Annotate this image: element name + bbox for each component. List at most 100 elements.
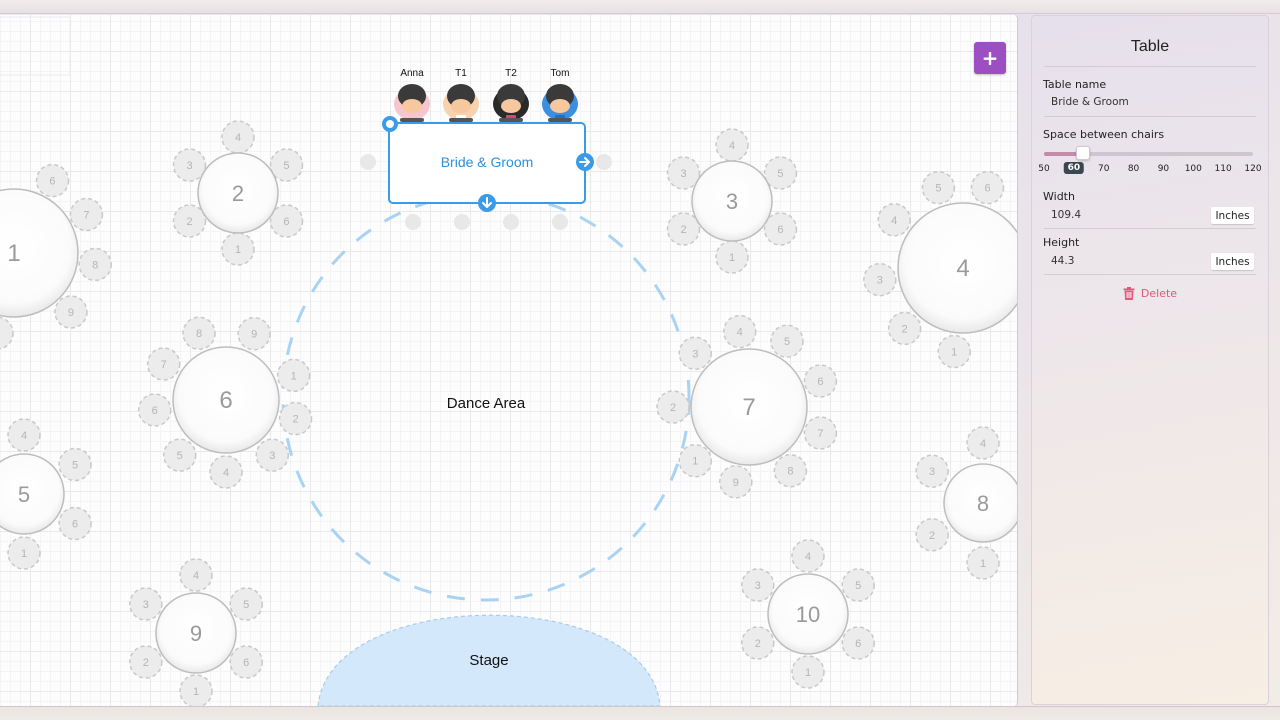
guest-t1[interactable]: T1 <box>443 68 479 122</box>
arrow-down-icon[interactable] <box>478 194 496 212</box>
head-table[interactable]: Bride & Groom Anna T1 T2 Tom <box>360 68 612 230</box>
chair[interactable]: 3 <box>863 262 897 297</box>
chair[interactable]: 1 <box>791 655 825 689</box>
chair[interactable]: 1 <box>7 536 41 570</box>
spacing-slider-thumb[interactable] <box>1075 146 1090 160</box>
chair[interactable]: 8 <box>182 316 216 350</box>
spacing-tick[interactable]: 50 <box>1038 164 1049 174</box>
chair[interactable]: 1 <box>937 334 971 369</box>
chair[interactable]: 6 <box>763 212 798 246</box>
chair[interactable]: 3 <box>255 438 290 472</box>
chair[interactable]: 3 <box>129 587 163 621</box>
empty-seat[interactable] <box>552 214 568 230</box>
chair[interactable]: 6 <box>35 163 70 198</box>
chair[interactable]: 6 <box>229 645 263 679</box>
chair[interactable]: 6 <box>803 364 838 398</box>
chair[interactable]: 1 <box>179 674 213 706</box>
guest-tom[interactable]: Tom <box>542 68 578 122</box>
table-top[interactable] <box>0 453 65 535</box>
spacing-tick[interactable]: 80 <box>1128 164 1139 174</box>
chair[interactable]: 4 <box>791 539 825 573</box>
chair[interactable]: 5 <box>269 148 304 182</box>
spacing-tick[interactable]: 110 <box>1215 164 1232 174</box>
chair[interactable]: 3 <box>915 454 949 488</box>
floor-plan-canvas[interactable]: Stage Dance Area 1 6 7 8 9 1 1 2 3 4 5 6 2 1 2 3 4 5 6 3 1 2 3 4 5… <box>0 15 1018 706</box>
table-9[interactable]: 1 2 3 4 5 6 9 <box>129 558 263 706</box>
chair[interactable]: 2 <box>278 401 313 436</box>
empty-seat[interactable] <box>405 214 421 230</box>
chair[interactable]: 2 <box>666 212 701 246</box>
chair[interactable]: 4 <box>209 455 243 489</box>
chair[interactable]: 6 <box>269 204 304 238</box>
chair[interactable]: 6 <box>970 170 1005 205</box>
height-input[interactable]: 44.3 <box>1051 255 1074 267</box>
chair[interactable]: 2 <box>172 204 207 238</box>
chair[interactable]: 1 <box>221 232 255 266</box>
spacing-tick[interactable]: 120 <box>1244 164 1261 174</box>
chair[interactable]: 1 <box>0 316 14 350</box>
add-button[interactable]: + <box>974 42 1006 74</box>
chair[interactable]: 4 <box>966 426 1000 460</box>
chair[interactable]: 4 <box>715 128 749 162</box>
chair[interactable]: 1 <box>715 240 749 274</box>
chair-seat[interactable] <box>0 316 14 350</box>
spacing-tick[interactable]: 60 <box>1063 162 1085 174</box>
chair[interactable]: 9 <box>237 316 271 351</box>
chair[interactable]: 4 <box>722 314 757 349</box>
table-2[interactable]: 1 2 3 4 5 6 2 <box>172 120 304 266</box>
table-5[interactable]: 1 4 5 6 5 <box>0 418 92 570</box>
floor-plan-svg[interactable]: Stage Dance Area 1 6 7 8 9 1 1 2 3 4 5 6 2 1 2 3 4 5 6 3 1 2 3 4 5… <box>0 15 1018 706</box>
width-unit-button[interactable]: Inches <box>1211 207 1254 224</box>
guest-anna[interactable]: Anna <box>394 68 430 122</box>
chair[interactable]: 2 <box>656 390 690 424</box>
chair[interactable]: 4 <box>179 558 213 592</box>
chair[interactable]: 3 <box>172 148 207 182</box>
height-unit-button[interactable]: Inches <box>1211 253 1254 270</box>
chair[interactable]: 6 <box>58 506 92 541</box>
dance-area[interactable]: Dance Area <box>281 192 691 602</box>
chair[interactable]: 4 <box>877 203 911 237</box>
width-input[interactable]: 109.4 <box>1051 209 1081 221</box>
chair[interactable]: 1 <box>966 546 1000 580</box>
table-1[interactable]: 1 6 7 8 9 1 <box>0 163 112 350</box>
chair[interactable]: 3 <box>678 336 713 371</box>
chair[interactable]: 3 <box>666 156 701 190</box>
chair[interactable]: 5 <box>162 438 197 472</box>
empty-seat[interactable] <box>596 154 612 170</box>
empty-seat[interactable] <box>454 214 470 230</box>
table-8[interactable]: 1 2 3 4 8 <box>915 426 1018 580</box>
chair[interactable]: 9 <box>719 465 753 499</box>
chair[interactable]: 2 <box>915 518 949 552</box>
table-4[interactable]: 1 2 3 4 5 6 4 <box>863 170 1018 369</box>
empty-seat[interactable] <box>360 154 376 170</box>
arrow-right-icon[interactable] <box>576 153 594 171</box>
table-10[interactable]: 1 2 3 4 5 6 10 <box>741 539 875 689</box>
chair[interactable]: 4 <box>7 418 41 452</box>
chair[interactable]: 2 <box>887 311 922 346</box>
table-name-input[interactable]: Bride & Groom <box>1051 96 1129 108</box>
chair[interactable]: 6 <box>841 626 875 660</box>
table-6[interactable]: 1 2 3 4 5 6 7 8 9 6 <box>137 316 313 489</box>
chair[interactable]: 9 <box>54 295 88 329</box>
chair[interactable]: 6 <box>137 393 172 427</box>
spacing-tick[interactable]: 100 <box>1185 164 1202 174</box>
delete-button[interactable]: Delete <box>1032 287 1268 300</box>
chair[interactable]: 5 <box>58 447 92 482</box>
chair[interactable]: 1 <box>276 358 311 393</box>
guest-t2[interactable]: T2 <box>493 68 529 122</box>
chair[interactable]: 5 <box>841 568 875 602</box>
chair[interactable]: 7 <box>69 197 104 232</box>
chair[interactable]: 7 <box>803 416 838 450</box>
chair[interactable]: 2 <box>741 626 775 660</box>
stage[interactable]: Stage <box>317 614 661 706</box>
table-3[interactable]: 1 2 3 4 5 6 3 <box>666 128 798 274</box>
rotate-handle[interactable] <box>382 116 398 132</box>
empty-seat[interactable] <box>503 214 519 230</box>
table-7[interactable]: 1 2 3 4 5 6 7 8 9 7 <box>656 314 838 499</box>
chair[interactable]: 5 <box>763 156 798 190</box>
chair[interactable]: 8 <box>773 453 808 488</box>
chair[interactable]: 5 <box>229 587 263 621</box>
chair[interactable]: 3 <box>741 568 775 602</box>
chair[interactable]: 4 <box>221 120 255 154</box>
chair[interactable]: 5 <box>770 324 804 358</box>
